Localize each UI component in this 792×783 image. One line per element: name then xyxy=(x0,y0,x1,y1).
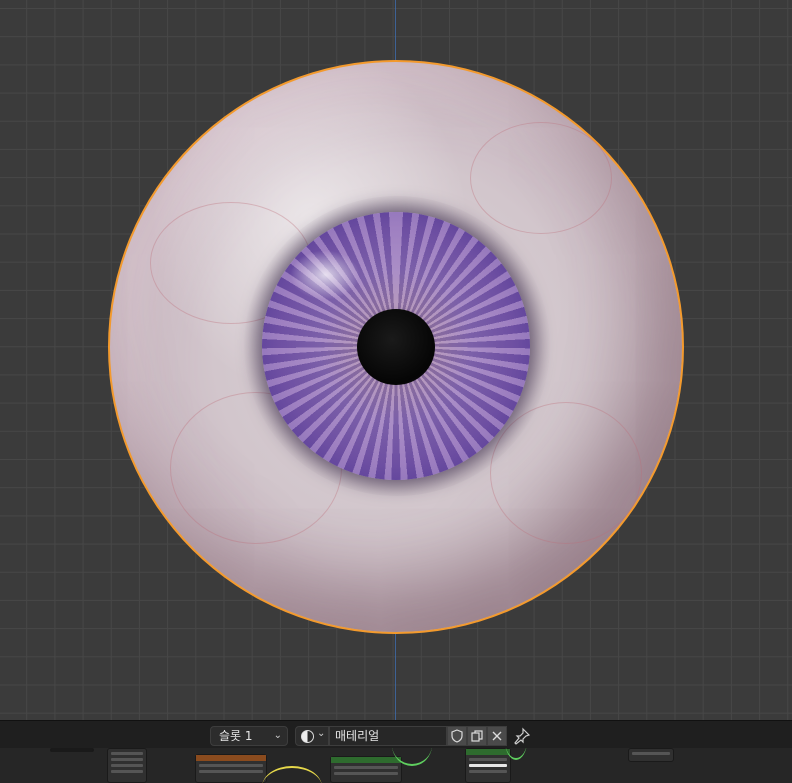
node-value-table[interactable] xyxy=(107,748,147,783)
fake-user-button[interactable] xyxy=(447,726,467,746)
node-socket-row xyxy=(334,766,398,769)
material-slot-label: 슬롯 1 xyxy=(219,729,253,743)
material-slot-dropdown[interactable]: 슬롯 1 ⌄ xyxy=(210,726,288,746)
node-socket-row xyxy=(199,770,263,773)
node-frame-bar xyxy=(50,748,94,752)
node-socket-row xyxy=(469,758,507,761)
node-socket-row xyxy=(632,752,670,755)
node-small[interactable] xyxy=(628,748,674,762)
node-editor-preview[interactable] xyxy=(0,748,792,783)
pupil xyxy=(357,309,435,385)
specular-highlight xyxy=(290,250,360,300)
browse-material-button[interactable]: ⌄ xyxy=(295,726,329,746)
node-socket-row xyxy=(469,770,507,773)
chevron-down-icon: ⌄ xyxy=(317,728,326,739)
chevron-down-icon: ⌄ xyxy=(273,730,282,741)
node-socket-row xyxy=(111,764,143,767)
unlink-material-button[interactable] xyxy=(487,726,507,746)
material-header-bar: 슬롯 1 ⌄ ⌄ 매테리얼 xyxy=(0,720,792,748)
node-header xyxy=(466,749,510,755)
node-link-wire xyxy=(262,766,322,783)
node-header xyxy=(196,755,266,761)
node-socket-row xyxy=(199,764,263,767)
node-socket-row xyxy=(334,772,398,775)
vein-decoration xyxy=(470,122,612,234)
pin-icon xyxy=(514,727,531,745)
node-shader[interactable] xyxy=(330,756,402,783)
node-header xyxy=(331,757,401,763)
node-socket-row xyxy=(111,758,143,761)
node-socket-row xyxy=(111,770,143,773)
shield-icon xyxy=(451,729,463,743)
node-socket-row xyxy=(469,764,507,767)
material-name-field[interactable]: 매테리얼 xyxy=(329,726,447,746)
material-sphere-icon xyxy=(301,730,314,743)
duplicate-material-button[interactable] xyxy=(467,726,487,746)
close-icon xyxy=(492,731,502,741)
3d-viewport[interactable] xyxy=(0,0,792,720)
pin-button[interactable] xyxy=(513,727,531,745)
node-output[interactable] xyxy=(465,748,511,783)
node-socket-row xyxy=(111,752,143,755)
copy-icon xyxy=(471,730,483,742)
node-image-texture[interactable] xyxy=(195,754,267,783)
